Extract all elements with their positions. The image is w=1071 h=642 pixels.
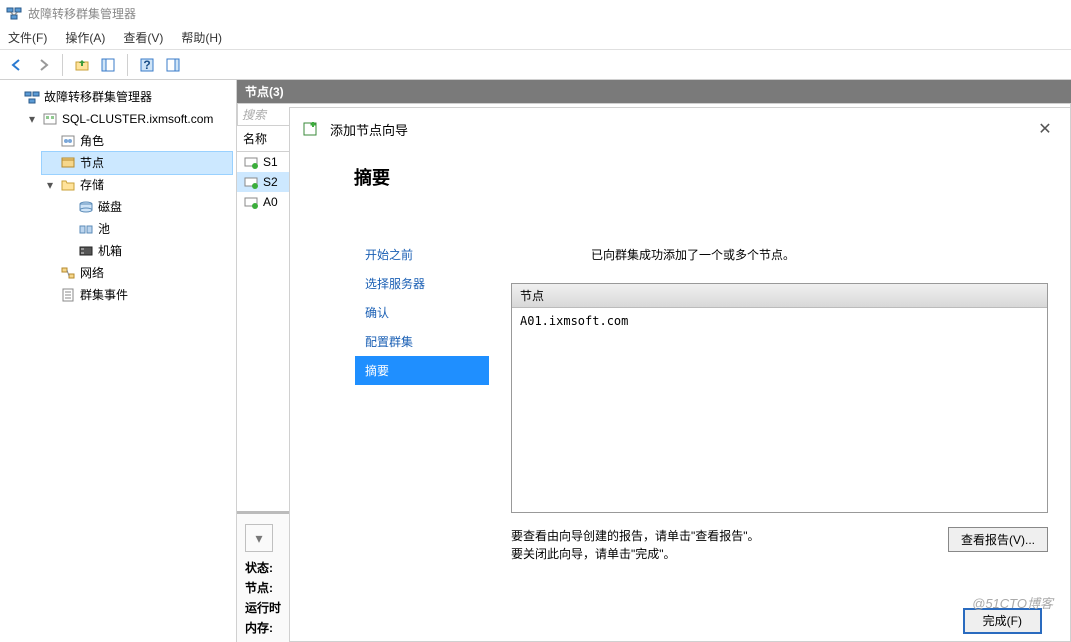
- menu-view[interactable]: 查看(V): [123, 29, 163, 46]
- up-folder-button[interactable]: [71, 54, 93, 76]
- wizard-title: 添加节点向导: [330, 120, 408, 139]
- folder-icon: [60, 177, 76, 193]
- svg-text:?: ?: [143, 58, 150, 72]
- wizard-hint: 要查看由向导创建的报告，请单击"查看报告"。 要关闭此向导，请单击"完成"。: [511, 527, 928, 563]
- node-name: S1: [263, 155, 278, 169]
- tree-label: 池: [98, 219, 110, 239]
- tree-label: 群集事件: [80, 285, 128, 305]
- server-icon: [243, 154, 259, 170]
- step-confirm[interactable]: 确认: [355, 298, 489, 327]
- wizard-steps: 开始之前 选择服务器 确认 配置群集 摘要: [355, 150, 489, 639]
- node-name: A0: [263, 195, 278, 209]
- toolbar-separator: [62, 54, 63, 76]
- wizard-success-message: 已向群集成功添加了一个或多个节点。: [511, 160, 1048, 283]
- show-hide-action-pane-button[interactable]: [162, 54, 184, 76]
- forward-button[interactable]: [32, 54, 54, 76]
- tree-label: 磁盘: [98, 197, 122, 217]
- menu-action[interactable]: 操作(A): [65, 29, 105, 46]
- tree-nodes[interactable]: 节点: [42, 152, 232, 174]
- toolbar-separator: [127, 54, 128, 76]
- tree-cluster[interactable]: ▾ SQL-CLUSTER.ixmsoft.com: [24, 108, 232, 130]
- tree-storage[interactable]: ▾ 存储: [42, 174, 232, 196]
- back-button[interactable]: [6, 54, 28, 76]
- tree-label: 故障转移群集管理器: [44, 87, 152, 107]
- roles-icon: [60, 133, 76, 149]
- enclosure-icon: [78, 243, 94, 259]
- tree-label: 存储: [80, 175, 104, 195]
- tree-label: 机箱: [98, 241, 122, 261]
- add-node-wizard: 添加节点向导 ✕ 摘要 开始之前 选择服务器 确认 配置群集 摘要 已向群集成功…: [289, 107, 1071, 642]
- step-before[interactable]: 开始之前: [355, 240, 489, 269]
- menu-bar: 文件(F) 操作(A) 查看(V) 帮助(H): [0, 26, 1071, 50]
- collapse-icon[interactable]: ▾: [26, 109, 38, 129]
- tree-pools[interactable]: 池: [60, 218, 232, 240]
- hint-line2: 要关闭此向导，请单击"完成"。: [511, 547, 676, 561]
- collapse-icon[interactable]: ▾: [44, 175, 56, 195]
- wizard-titlebar: 添加节点向导 ✕: [290, 108, 1070, 150]
- column-name[interactable]: 名称: [237, 126, 297, 151]
- result-header: 节点: [512, 284, 1047, 308]
- cluster-manager-icon: [24, 89, 40, 105]
- wizard-icon: [302, 120, 320, 138]
- server-icon: [243, 174, 259, 190]
- wizard-heading: 摘要: [354, 150, 390, 200]
- view-report-button[interactable]: 查看报告(V)...: [948, 527, 1048, 552]
- server-icon: [243, 194, 259, 210]
- center-header: 节点(3): [237, 80, 1071, 103]
- events-icon: [60, 287, 76, 303]
- step-select[interactable]: 选择服务器: [355, 269, 489, 298]
- step-configure[interactable]: 配置群集: [355, 327, 489, 356]
- help-button[interactable]: ?: [136, 54, 158, 76]
- pool-icon: [78, 221, 94, 237]
- tree-disks[interactable]: 磁盘: [60, 196, 232, 218]
- menu-help[interactable]: 帮助(H): [181, 29, 222, 46]
- result-body: A01.ixmsoft.com: [512, 308, 1047, 334]
- tree-pane: 故障转移群集管理器 ▾ SQL-CLUSTER.ixmsoft.com: [0, 80, 237, 642]
- tree-networks[interactable]: 网络: [42, 262, 232, 284]
- window-title: 故障转移群集管理器: [28, 5, 136, 22]
- cluster-icon: [42, 111, 58, 127]
- close-button[interactable]: ✕: [1032, 116, 1058, 142]
- node-name: S2: [263, 175, 278, 189]
- app-icon: [6, 5, 22, 21]
- nodes-icon: [60, 155, 76, 171]
- network-icon: [60, 265, 76, 281]
- expand-toggle[interactable]: ▾: [245, 524, 273, 552]
- tree-enclosure[interactable]: 机箱: [60, 240, 232, 262]
- tree-label: 网络: [80, 263, 104, 283]
- disk-icon: [78, 199, 94, 215]
- toolbar: ?: [0, 50, 1071, 80]
- tree-label: 节点: [80, 153, 104, 173]
- menu-file[interactable]: 文件(F): [8, 29, 47, 46]
- tree-label: SQL-CLUSTER.ixmsoft.com: [62, 109, 213, 129]
- hint-line1: 要查看由向导创建的报告，请单击"查看报告"。: [511, 529, 760, 543]
- tree-root[interactable]: 故障转移群集管理器: [6, 86, 232, 108]
- show-hide-tree-button[interactable]: [97, 54, 119, 76]
- result-box: 节点 A01.ixmsoft.com: [511, 283, 1048, 513]
- step-summary[interactable]: 摘要: [355, 356, 489, 385]
- tree-roles[interactable]: 角色: [42, 130, 232, 152]
- title-bar: 故障转移群集管理器: [0, 0, 1071, 26]
- tree-events[interactable]: 群集事件: [42, 284, 232, 306]
- watermark: @51CTO博客: [972, 593, 1053, 612]
- tree-label: 角色: [80, 131, 104, 151]
